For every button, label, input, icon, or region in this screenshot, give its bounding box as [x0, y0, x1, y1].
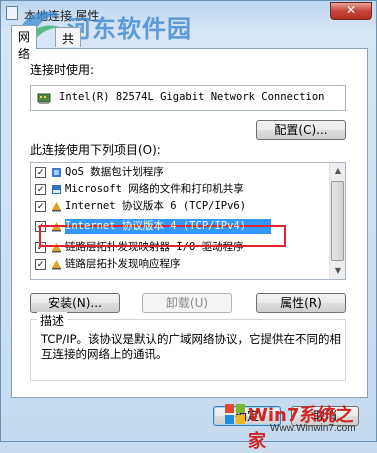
- ok-button[interactable]: 确定: [213, 406, 281, 426]
- list-item-label: Internet 协议版本 6 (TCP/IPv6): [65, 200, 247, 212]
- list-item-label: QoS 数据包计划程序: [65, 166, 164, 178]
- adapter-name: Intel(R) 82574L Gigabit Network Connecti…: [59, 91, 325, 103]
- scroll-up-icon[interactable]: ▲: [330, 163, 345, 179]
- component-list[interactable]: ✓ QoS 数据包计划程序 ✓ Microsoft 网络的文件和打印机共享 ✓ …: [30, 162, 346, 280]
- checkbox[interactable]: ✓: [35, 167, 46, 178]
- list-item[interactable]: ✓ Internet 协议版本 4 (TCP/IPv4): [31, 218, 331, 235]
- connect-using-label: 连接时使用:: [30, 63, 95, 77]
- list-item-label: Internet 协议版本 4 (TCP/IPv4): [65, 220, 247, 232]
- list-item[interactable]: ✓ Microsoft 网络的文件和打印机共享: [31, 181, 331, 198]
- checkbox[interactable]: ✓: [35, 201, 46, 212]
- list-item[interactable]: ✓ QoS 数据包计划程序: [31, 164, 331, 181]
- uninstall-button[interactable]: 卸载(U): [142, 293, 232, 313]
- properties-window: 本地连接 属性 ✕ 河东软件园 www.pc0359.cn 网络 共享 连接时使…: [0, 0, 377, 452]
- protocol-icon: [52, 260, 61, 270]
- qos-icon: [52, 168, 61, 177]
- configure-button[interactable]: 配置(C)...: [256, 120, 346, 140]
- list-item[interactable]: ✓ 链路层拓扑发现响应程序: [31, 256, 331, 273]
- network-adapter-icon: [37, 93, 51, 104]
- checkbox[interactable]: ✓: [35, 184, 46, 195]
- items-label: 此连接使用下列项目(O):: [30, 143, 161, 157]
- properties-button[interactable]: 属性(R): [256, 293, 346, 313]
- network-tab-panel: 连接时使用: Intel(R) 82574L Gigabit Network C…: [11, 48, 368, 398]
- description-group: 描述 TCP/IP。该协议是默认的广域网络协议，它提供在不同的相互连接的网络上的…: [30, 312, 346, 381]
- adapter-field: Intel(R) 82574L Gigabit Network Connecti…: [30, 85, 346, 111]
- scroll-down-icon[interactable]: ▼: [330, 263, 345, 279]
- document-icon: [6, 6, 18, 20]
- window-title: 本地连接 属性: [24, 9, 100, 23]
- checkbox[interactable]: ✓: [35, 259, 46, 270]
- close-button[interactable]: ✕: [330, 2, 372, 20]
- list-item-label: Microsoft 网络的文件和打印机共享: [65, 183, 244, 195]
- description-label: 描述: [37, 312, 68, 329]
- list-scrollbar[interactable]: ▲ ▼: [329, 163, 345, 279]
- install-button[interactable]: 安装(N)...: [30, 293, 120, 313]
- scroll-thumb[interactable]: [331, 181, 344, 261]
- share-icon: [52, 185, 61, 194]
- cancel-button[interactable]: 取消: [291, 406, 359, 426]
- list-item-label: 链路层拓扑发现响应程序: [65, 258, 181, 270]
- tab-sharing[interactable]: 共享: [55, 27, 82, 63]
- description-text: TCP/IP。该协议是默认的广域网络协议，它提供在不同的相互连接的网络上的通讯。: [41, 332, 342, 361]
- tab-network[interactable]: 网络: [11, 25, 38, 61]
- protocol-icon: [52, 202, 61, 212]
- title-bar[interactable]: 本地连接 属性 ✕: [1, 1, 377, 27]
- list-item[interactable]: ✓ Internet 协议版本 6 (TCP/IPv6): [31, 198, 331, 215]
